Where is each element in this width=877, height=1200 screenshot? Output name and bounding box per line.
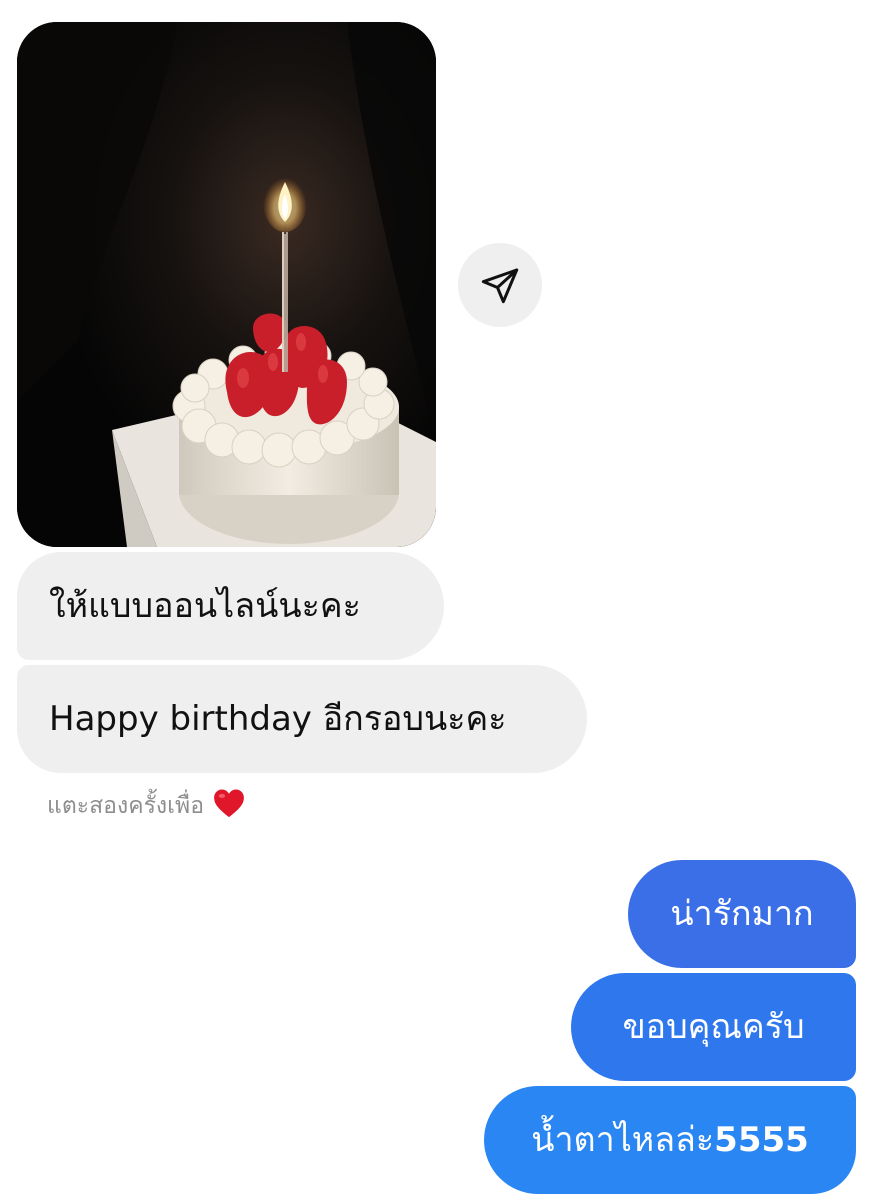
- incoming-message[interactable]: Happy birthday อีกรอบนะคะ: [17, 665, 587, 773]
- message-text: น้ำตาไหลล่ะ5555: [531, 1118, 809, 1162]
- birthday-cake-photo: [17, 22, 436, 547]
- outgoing-message[interactable]: ขอบคุณครับ: [571, 973, 856, 1081]
- outgoing-message[interactable]: น้ำตาไหลล่ะ5555: [484, 1086, 856, 1194]
- chat-thread: ให้แบบออนไลน์นะคะ Happy birthday อีกรอบน…: [0, 0, 877, 1200]
- reaction-hint-text: แตะสองครั้งเพื่อ: [47, 793, 205, 819]
- message-text-prefix: น้ำตาไหลล่ะ: [531, 1120, 715, 1160]
- incoming-message[interactable]: ให้แบบออนไลน์นะคะ: [17, 552, 444, 660]
- paper-plane-icon: [481, 268, 519, 304]
- message-text: ให้แบบออนไลน์นะคะ: [49, 586, 361, 626]
- message-text: ขอบคุณครับ: [622, 1007, 805, 1047]
- outgoing-message[interactable]: น่ารักมาก: [628, 860, 856, 968]
- photo-message[interactable]: [17, 22, 436, 547]
- reaction-hint: แตะสองครั้งเพื่อ: [47, 786, 246, 826]
- heart-icon[interactable]: [212, 787, 246, 825]
- message-text: น่ารักมาก: [670, 894, 814, 934]
- message-text-number: 5555: [714, 1120, 809, 1160]
- share-button[interactable]: [458, 243, 542, 327]
- message-text: Happy birthday อีกรอบนะคะ: [49, 699, 507, 739]
